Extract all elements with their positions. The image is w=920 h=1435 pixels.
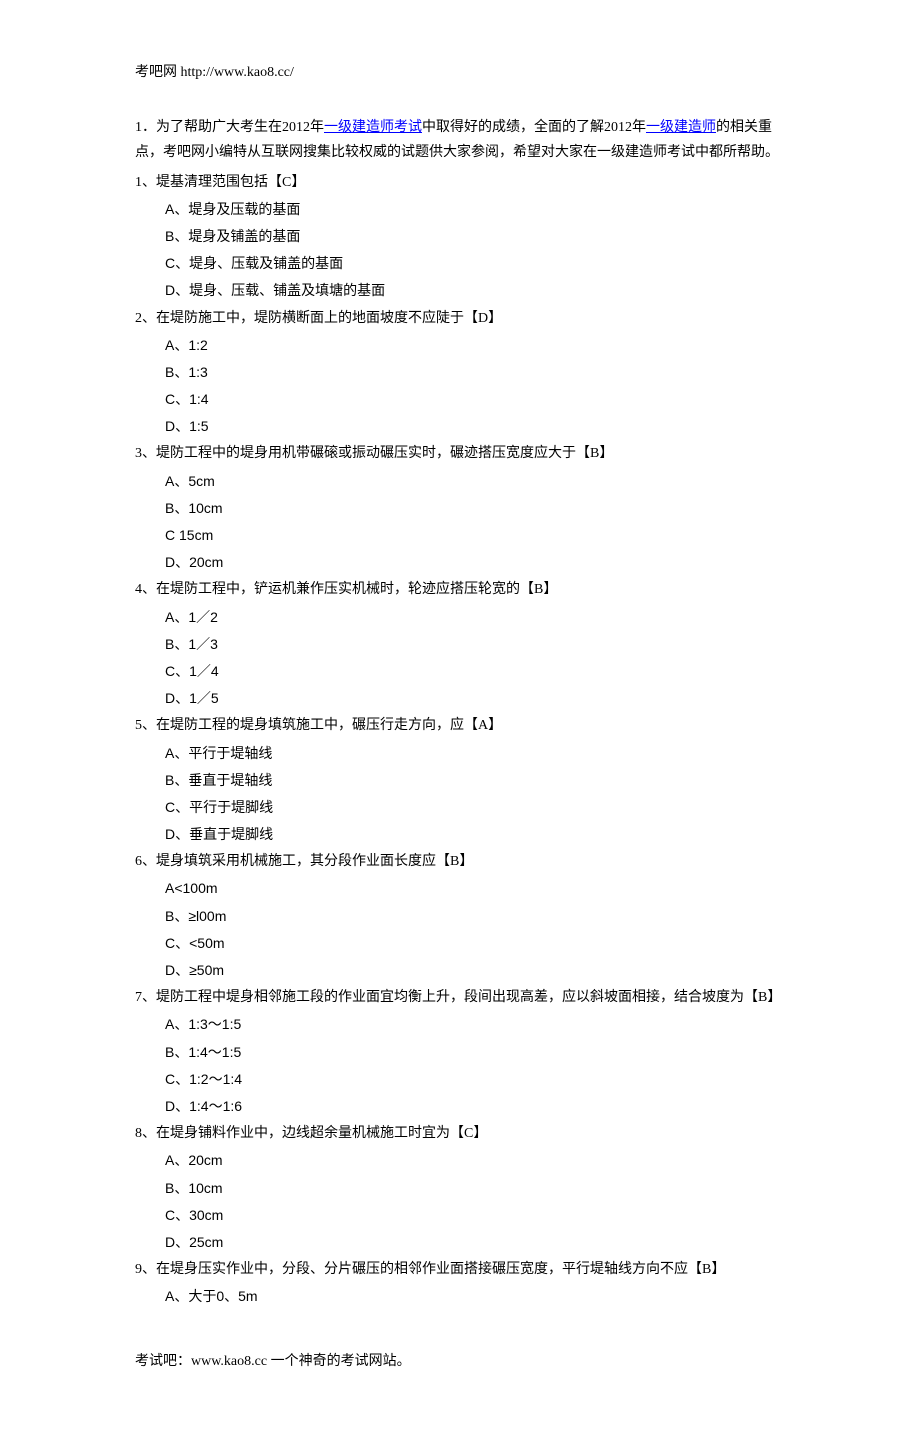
question-5: 5、在堤防工程的堤身填筑施工中，碾压行走方向，应【A】 A、平行于堤轴线 B、垂…: [135, 713, 790, 847]
question-stem: 5、在堤防工程的堤身填筑施工中，碾压行走方向，应【A】: [135, 713, 790, 738]
question-6: 6、堤身填筑采用机械施工，其分段作业面长度应【B】 A<100m B、≥l00m…: [135, 849, 790, 983]
question-4: 4、在堤防工程中，铲运机兼作压实机械时，轮迹应搭压轮宽的【B】 A、1／2 B、…: [135, 577, 790, 711]
option-c: C、堤身、压载及铺盖的基面: [135, 251, 790, 276]
option-d: D、20cm: [135, 550, 790, 575]
question-stem: 4、在堤防工程中，铲运机兼作压实机械时，轮迹应搭压轮宽的【B】: [135, 577, 790, 602]
question-stem: 8、在堤身铺料作业中，边线超余量机械施工时宜为【C】: [135, 1121, 790, 1146]
option-b: B、1:4～1:5: [135, 1040, 790, 1065]
question-stem: 1、堤基清理范围包括【C】: [135, 170, 790, 195]
option-d: D、≥50m: [135, 958, 790, 983]
option-a: A、1:3～1:5: [135, 1012, 790, 1037]
question-stem: 9、在堤身压实作业中，分段、分片碾压的相邻作业面搭接碾压宽度，平行堤轴线方向不应…: [135, 1257, 790, 1282]
question-stem: 7、堤防工程中堤身相邻施工段的作业面宜均衡上升，段间出现高差，应以斜坡面相接，结…: [135, 985, 790, 1010]
option-d: D、堤身、压载、铺盖及填塘的基面: [135, 278, 790, 303]
option-d: D、1:4～1:6: [135, 1094, 790, 1119]
option-b: B、≥l00m: [135, 904, 790, 929]
footer-text: 考试吧：www.kao8.cc 一个神奇的考试网站。: [135, 1354, 411, 1369]
exam-link-1[interactable]: 一级建造师考试: [324, 120, 422, 135]
page-header: 考吧网 http://www.kao8.cc/: [135, 60, 790, 85]
question-stem: 3、堤防工程中的堤身用机带碾磙或振动碾压实时，碾迹搭压宽度应大于【B】: [135, 441, 790, 466]
site-label: 考吧网 http://www.kao8.cc/: [135, 65, 294, 80]
option-c: C、30cm: [135, 1203, 790, 1228]
option-c: C、平行于堤脚线: [135, 795, 790, 820]
exam-link-2[interactable]: 一级建造师: [646, 120, 716, 135]
option-c: C 15cm: [135, 523, 790, 548]
option-b: B、1:3: [135, 360, 790, 385]
option-a: A、1:2: [135, 333, 790, 358]
question-8: 8、在堤身铺料作业中，边线超余量机械施工时宜为【C】 A、20cm B、10cm…: [135, 1121, 790, 1255]
option-b: B、垂直于堤轴线: [135, 768, 790, 793]
option-a: A、5cm: [135, 469, 790, 494]
option-d: D、1／5: [135, 686, 790, 711]
option-b: B、10cm: [135, 1176, 790, 1201]
option-a: A、平行于堤轴线: [135, 741, 790, 766]
question-2: 2、在堤防施工中，堤防横断面上的地面坡度不应陡于【D】 A、1:2 B、1:3 …: [135, 306, 790, 440]
option-a: A、大于0、5m: [135, 1284, 790, 1309]
option-b: B、10cm: [135, 496, 790, 521]
option-a: A、1／2: [135, 605, 790, 630]
option-c: C、1:2～1:4: [135, 1067, 790, 1092]
option-c: C、1／4: [135, 659, 790, 684]
option-b: B、1／3: [135, 632, 790, 657]
question-stem: 6、堤身填筑采用机械施工，其分段作业面长度应【B】: [135, 849, 790, 874]
intro-prefix: 1．为了帮助广大考生在2012年: [135, 120, 324, 135]
question-7: 7、堤防工程中堤身相邻施工段的作业面宜均衡上升，段间出现高差，应以斜坡面相接，结…: [135, 985, 790, 1119]
question-1: 1、堤基清理范围包括【C】 A、堤身及压载的基面 B、堤身及铺盖的基面 C、堤身…: [135, 170, 790, 304]
option-d: D、1:5: [135, 414, 790, 439]
option-c: C、<50m: [135, 931, 790, 956]
option-c: C、1:4: [135, 387, 790, 412]
option-a: A<100m: [135, 876, 790, 901]
intro-mid1: 中取得好的成绩，全面的了解2012年: [422, 120, 646, 135]
question-3: 3、堤防工程中的堤身用机带碾磙或振动碾压实时，碾迹搭压宽度应大于【B】 A、5c…: [135, 441, 790, 575]
option-a: A、20cm: [135, 1148, 790, 1173]
option-d: D、25cm: [135, 1230, 790, 1255]
question-stem: 2、在堤防施工中，堤防横断面上的地面坡度不应陡于【D】: [135, 306, 790, 331]
option-d: D、垂直于堤脚线: [135, 822, 790, 847]
option-b: B、堤身及铺盖的基面: [135, 224, 790, 249]
option-a: A、堤身及压载的基面: [135, 197, 790, 222]
page-footer: 考试吧：www.kao8.cc 一个神奇的考试网站。: [135, 1349, 790, 1374]
intro-paragraph: 1．为了帮助广大考生在2012年一级建造师考试中取得好的成绩，全面的了解2012…: [135, 115, 790, 165]
